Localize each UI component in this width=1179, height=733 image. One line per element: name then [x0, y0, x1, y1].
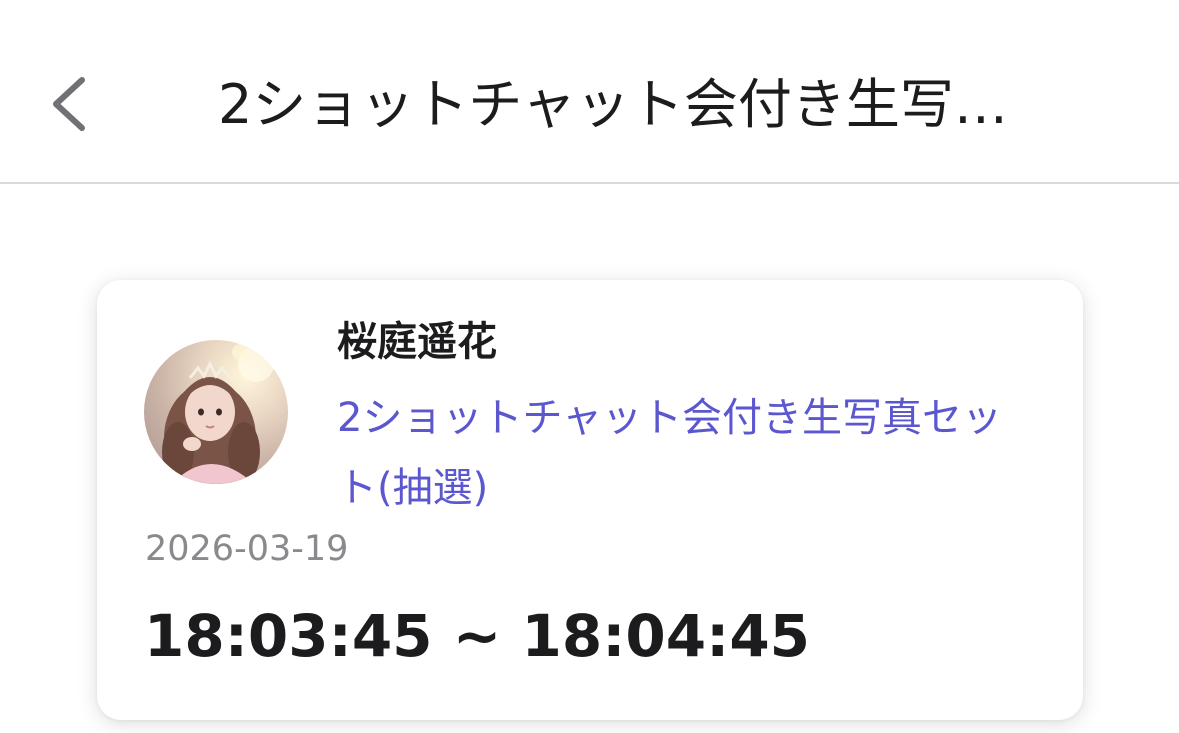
event-date: 2026-03-19 — [145, 529, 349, 569]
avatar[interactable] — [144, 340, 288, 484]
product-link[interactable]: 2ショットチャット会付き生写真セット(抽選) — [337, 383, 1037, 523]
creator-name: 桜庭遥花 — [337, 319, 497, 365]
navigation-header: 2ショットチャット会付き生写… — [0, 0, 1179, 184]
page: 2ショットチャット会付き生写… 桜庭遥花 2ショットチャット会付き生写真セット(… — [0, 0, 1179, 733]
back-button[interactable] — [30, 62, 106, 146]
chat-ticket-card[interactable]: 桜庭遥花 2ショットチャット会付き生写真セット(抽選) 2026-03-19 1… — [97, 280, 1083, 720]
chevron-left-icon — [53, 77, 85, 131]
event-time-range: 18:03:45 ~ 18:04:45 — [144, 602, 811, 670]
page-title: 2ショットチャット会付き生写… — [218, 73, 1008, 136]
avatar-photo — [162, 344, 274, 484]
